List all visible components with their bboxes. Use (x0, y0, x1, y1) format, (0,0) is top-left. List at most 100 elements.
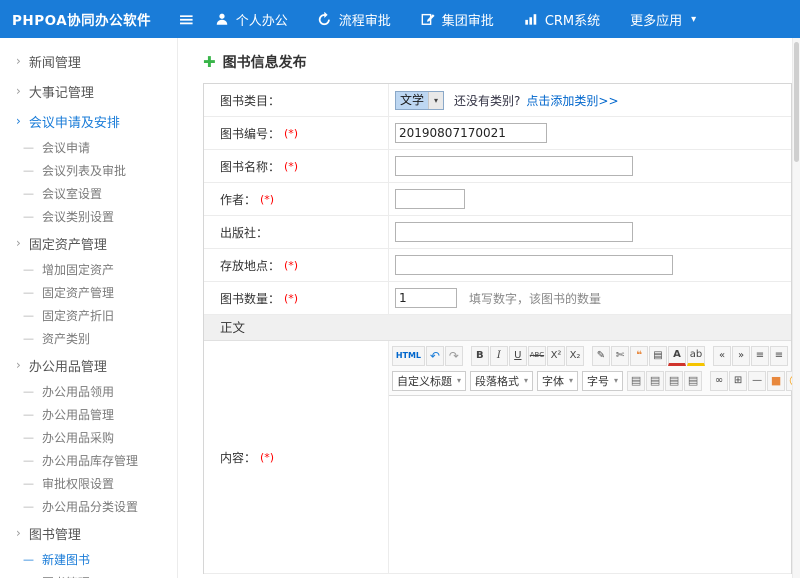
paragraph-format-select[interactable]: 段落格式 ▾ (470, 371, 533, 391)
align-right-button[interactable]: ▤ (665, 371, 683, 391)
clear-format-button[interactable]: ✄ (611, 346, 629, 366)
sidebar-item[interactable]: — 会议类别设置 (0, 205, 177, 228)
vertical-scrollbar[interactable] (792, 38, 800, 578)
subscript-button[interactable]: X₂ (566, 346, 584, 366)
background-color-button[interactable]: ab (687, 346, 705, 366)
sidebar-item[interactable]: — 会议申请 (0, 136, 177, 159)
item-marker-icon: — (23, 286, 34, 299)
sidebar-item[interactable]: — 固定资产管理 (0, 281, 177, 304)
sidebar-item[interactable]: — 会议列表及审批 (0, 159, 177, 182)
link-button[interactable]: ∞ (710, 371, 728, 391)
author-input[interactable] (395, 189, 465, 209)
chevron-down-icon: ▾ (569, 376, 573, 385)
horizontal-rule-button[interactable]: — (748, 371, 766, 391)
item-marker-icon: — (23, 408, 34, 421)
redo-button[interactable]: ↷ (445, 346, 463, 366)
form-row-book-name: 图书名称： (*) (204, 150, 791, 183)
html-source-button[interactable]: HTML (392, 346, 425, 366)
format-brush-button[interactable]: ✎ (592, 346, 610, 366)
sidebar-item[interactable]: — 资产类别 (0, 327, 177, 350)
editor-toolbar-row-2: 自定义标题 ▾ 段落格式 ▾ 字体 ▾ (392, 368, 788, 393)
field-label: 存放地点： (220, 257, 280, 274)
sidebar-item-label: 办公用品采购 (42, 429, 114, 446)
superscript-button[interactable]: X² (547, 346, 565, 366)
font-color-button[interactable]: A (668, 346, 686, 366)
bold-button[interactable]: B (471, 346, 489, 366)
sidebar-item-label: 会议类别设置 (42, 208, 114, 225)
sidebar-item[interactable]: › 大事记管理 (0, 76, 177, 106)
select-value: 字号 (587, 373, 609, 389)
app-logo: PHPOA协同办公软件 (0, 9, 172, 29)
field-label: 出版社： (220, 224, 268, 241)
editor-content[interactable] (389, 396, 791, 573)
location-input[interactable] (395, 255, 673, 275)
custom-title-select[interactable]: 自定义标题 ▾ (392, 371, 466, 391)
sidebar-item[interactable]: › 固定资产管理 (0, 228, 177, 258)
add-category-link[interactable]: 点击添加类别>> (526, 92, 618, 109)
sidebar-item[interactable]: › 新闻管理 (0, 46, 177, 76)
indent-button[interactable]: » (732, 346, 750, 366)
edit-square-icon (421, 12, 435, 26)
form-row-book-no: 图书编号： (*) (204, 117, 791, 150)
nav-label: 个人办公 (236, 10, 288, 29)
align-justify-button[interactable]: ▤ (684, 371, 702, 391)
nav-personal-office[interactable]: 个人办公 (215, 10, 288, 29)
align-center-button[interactable]: ▤ (646, 371, 664, 391)
sidebar-item[interactable]: — 固定资产折旧 (0, 304, 177, 327)
sidebar-item[interactable]: — 会议室设置 (0, 182, 177, 205)
align-left-button[interactable]: ▤ (627, 371, 645, 391)
font-family-select[interactable]: 字体 ▾ (537, 371, 578, 391)
sidebar-item[interactable]: — 审批权限设置 (0, 472, 177, 495)
book-number-input[interactable] (395, 123, 547, 143)
image-button[interactable]: ■ (767, 371, 785, 391)
sidebar-item[interactable]: — 增加固定资产 (0, 258, 177, 281)
book-name-input[interactable] (395, 156, 633, 176)
scrollbar-thumb[interactable] (794, 42, 799, 162)
editor-toolbar-row-1: HTML ↶ ↷ B I U (392, 343, 788, 368)
app-window: PHPOA协同办公软件 ≡ 个人办公 流程审批 集团审批 (0, 0, 800, 578)
required-marker: (*) (284, 292, 298, 305)
quantity-hint: 填写数字，该图书的数量 (469, 290, 601, 307)
item-marker-icon: — (23, 454, 34, 467)
sidebar-item[interactable]: — 新建图书 (0, 548, 177, 571)
nav-more-apps[interactable]: 更多应用 ▾ (630, 10, 696, 29)
font-size-select[interactable]: 字号 ▾ (582, 371, 623, 391)
menu-icon[interactable]: ≡ (178, 9, 195, 29)
undo-button[interactable]: ↶ (426, 346, 444, 366)
paragraph-button[interactable]: ▤ (649, 346, 667, 366)
sidebar-item[interactable]: — 办公用品管理 (0, 403, 177, 426)
required-marker: (*) (284, 160, 298, 173)
select-value: 段落格式 (475, 373, 519, 389)
body-section-header: 正文 (204, 315, 791, 341)
form-row-author: 作者： (*) (204, 183, 791, 216)
sidebar-item[interactable]: › 图书管理 (0, 518, 177, 548)
sidebar-item-label: 办公用品管理 (29, 356, 107, 375)
nav-workflow-approval[interactable]: 流程审批 (318, 10, 391, 29)
bullet-list-button[interactable]: ≡ (751, 346, 769, 366)
category-hint: 还没有类别? (454, 92, 520, 109)
sidebar-item[interactable]: — 办公用品采购 (0, 426, 177, 449)
italic-button[interactable]: I (490, 346, 508, 366)
ordered-list-button[interactable]: ≡ (770, 346, 788, 366)
chevron-down-icon: ▾ (691, 14, 696, 25)
underline-button[interactable]: U (509, 346, 527, 366)
blockquote-button[interactable]: ❝ (630, 346, 648, 366)
nav-group-approval[interactable]: 集团审批 (421, 10, 494, 29)
item-marker-icon: — (23, 477, 34, 490)
sidebar-item[interactable]: — 办公用品库存管理 (0, 449, 177, 472)
table-button[interactable]: ⊞ (729, 371, 747, 391)
sidebar-item-label: 固定资产管理 (29, 234, 107, 253)
sidebar-item[interactable]: — 办公用品领用 (0, 380, 177, 403)
strikethrough-button[interactable]: ABC (528, 346, 546, 366)
outdent-button[interactable]: « (713, 346, 731, 366)
category-select[interactable]: 文学 ▾ (395, 91, 444, 110)
sidebar-item[interactable]: — 图书管理 (0, 571, 177, 578)
nav-crm-system[interactable]: CRM系统 (524, 10, 600, 29)
item-marker-icon: — (23, 164, 34, 177)
publisher-input[interactable] (395, 222, 633, 242)
required-marker: (*) (260, 193, 274, 206)
sidebar-item[interactable]: — 办公用品分类设置 (0, 495, 177, 518)
sidebar-item[interactable]: › 会议申请及安排 (0, 106, 177, 136)
quantity-input[interactable] (395, 288, 457, 308)
sidebar-item[interactable]: › 办公用品管理 (0, 350, 177, 380)
